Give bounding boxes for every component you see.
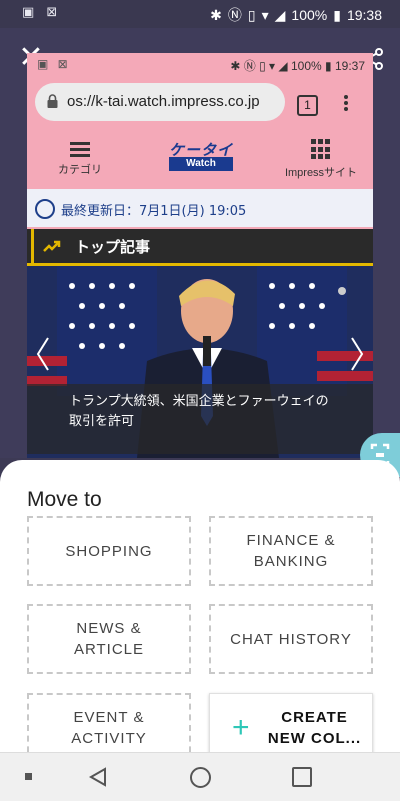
move-to-sheet: Move to SHOPPING FINANCE & BANKING NEWS …: [0, 460, 400, 752]
preview-status-icons: ✱ Ⓝ ▯ ▾ ◢ 100% ▮ 19:37: [230, 57, 365, 74]
tile-label: NEWS & ARTICLE: [73, 620, 145, 658]
grid-icon: [310, 139, 332, 160]
bluetooth-icon: ✱: [210, 6, 222, 23]
url-text: os://k-tai.watch.impress.co.jp: [67, 93, 260, 110]
preview-status-bar: ▣ ⊠ ✱ Ⓝ ▯ ▾ ◢ 100% ▮ 19:37: [27, 53, 373, 75]
back-icon[interactable]: [88, 767, 108, 787]
tile-label: EVENT & ACTIVITY: [71, 709, 147, 747]
tile-label: CHAT HISTORY: [230, 630, 352, 648]
caption-text: トランプ大統領、米国企業とファーウェイの取引を許可: [69, 394, 329, 429]
tab-count: 1: [297, 95, 318, 116]
sheet-title: Move to: [27, 488, 102, 511]
preview-battery-icon: ▮: [325, 59, 335, 73]
clock: 19:38: [346, 7, 382, 23]
category-label: カテゴリ: [58, 163, 102, 176]
section-title: トップ記事: [75, 238, 151, 256]
carousel-prev-icon: [36, 337, 49, 371]
preview-battery: 100%: [290, 59, 322, 73]
collection-news-article[interactable]: NEWS & ARTICLE: [27, 604, 191, 674]
battery-percent: 100%: [291, 7, 328, 23]
collection-finance-banking[interactable]: FINANCE & BANKING: [209, 516, 373, 586]
vibrate-icon: ▯: [247, 6, 256, 23]
carousel-next-icon: [351, 337, 364, 371]
create-collection-button[interactable]: + CREATE NEW COL...: [209, 693, 373, 752]
plus-icon: +: [232, 711, 251, 744]
last-updated: 最終更新日：7月1日(月) 19:05: [27, 189, 373, 227]
recent-apps-icon[interactable]: [292, 767, 312, 787]
home-icon[interactable]: [190, 767, 211, 788]
menu-icon: [55, 142, 105, 157]
nfc-icon: Ⓝ: [227, 7, 242, 23]
site-nav: カテゴリ ケータイ Watch Impressサイト: [27, 131, 373, 187]
status-bar: ▣ ⊠ ✱ Ⓝ ▯ ▾ ◢ 100% ▮ 19:38: [0, 0, 400, 28]
preview-notification-icons: ▣ ⊠: [37, 57, 71, 71]
status-icons: ✱ Ⓝ ▯ ▾ ◢ 100% ▮ 19:38: [210, 5, 382, 25]
collection-event-activity[interactable]: EVENT & ACTIVITY: [27, 693, 191, 752]
preview-icons: ✱ Ⓝ ▯ ▾ ◢: [230, 59, 291, 73]
notch-icon: [25, 773, 32, 780]
tile-label: SHOPPING: [65, 542, 153, 560]
logo-top: ケータイ: [169, 141, 234, 159]
category-menu: カテゴリ: [55, 139, 105, 177]
lock-icon: [47, 94, 58, 108]
tile-label: FINANCE & BANKING: [246, 532, 336, 570]
section-accent: [31, 229, 34, 263]
more-icon: [343, 93, 349, 115]
screenshot-preview: ▣ ⊠ ✱ Ⓝ ▯ ▾ ◢ 100% ▮ 19:37 os://k-tai.wa…: [27, 53, 373, 458]
impress-sites: Impressサイト: [281, 139, 361, 180]
trending-icon: [43, 240, 61, 252]
last-updated-text: 最終更新日：7月1日(月) 19:05: [61, 204, 247, 219]
address-bar: os://k-tai.watch.impress.co.jp: [35, 83, 285, 121]
preview-time: 19:37: [334, 59, 365, 73]
article-photo: トランプ大統領、米国企業とファーウェイの取引を許可: [27, 266, 373, 458]
article-caption: トランプ大統領、米国企業とファーウェイの取引を許可: [27, 384, 373, 454]
battery-icon: ▮: [333, 6, 341, 23]
section-header: トップ記事: [27, 229, 373, 266]
signal-icon: ◢: [274, 6, 286, 23]
notification-icons: ▣ ⊠: [22, 5, 62, 20]
site-logo: ケータイ Watch: [169, 139, 233, 173]
impress-label: Impressサイト: [284, 167, 358, 179]
wifi-icon: ▾: [261, 6, 269, 23]
system-nav-bar: [0, 752, 400, 801]
collection-shopping[interactable]: SHOPPING: [27, 516, 191, 586]
clock-icon: [35, 199, 55, 219]
create-label: CREATE NEW COL...: [267, 709, 362, 747]
logo-bottom: Watch: [169, 157, 233, 171]
collection-chat-history[interactable]: CHAT HISTORY: [209, 604, 373, 674]
